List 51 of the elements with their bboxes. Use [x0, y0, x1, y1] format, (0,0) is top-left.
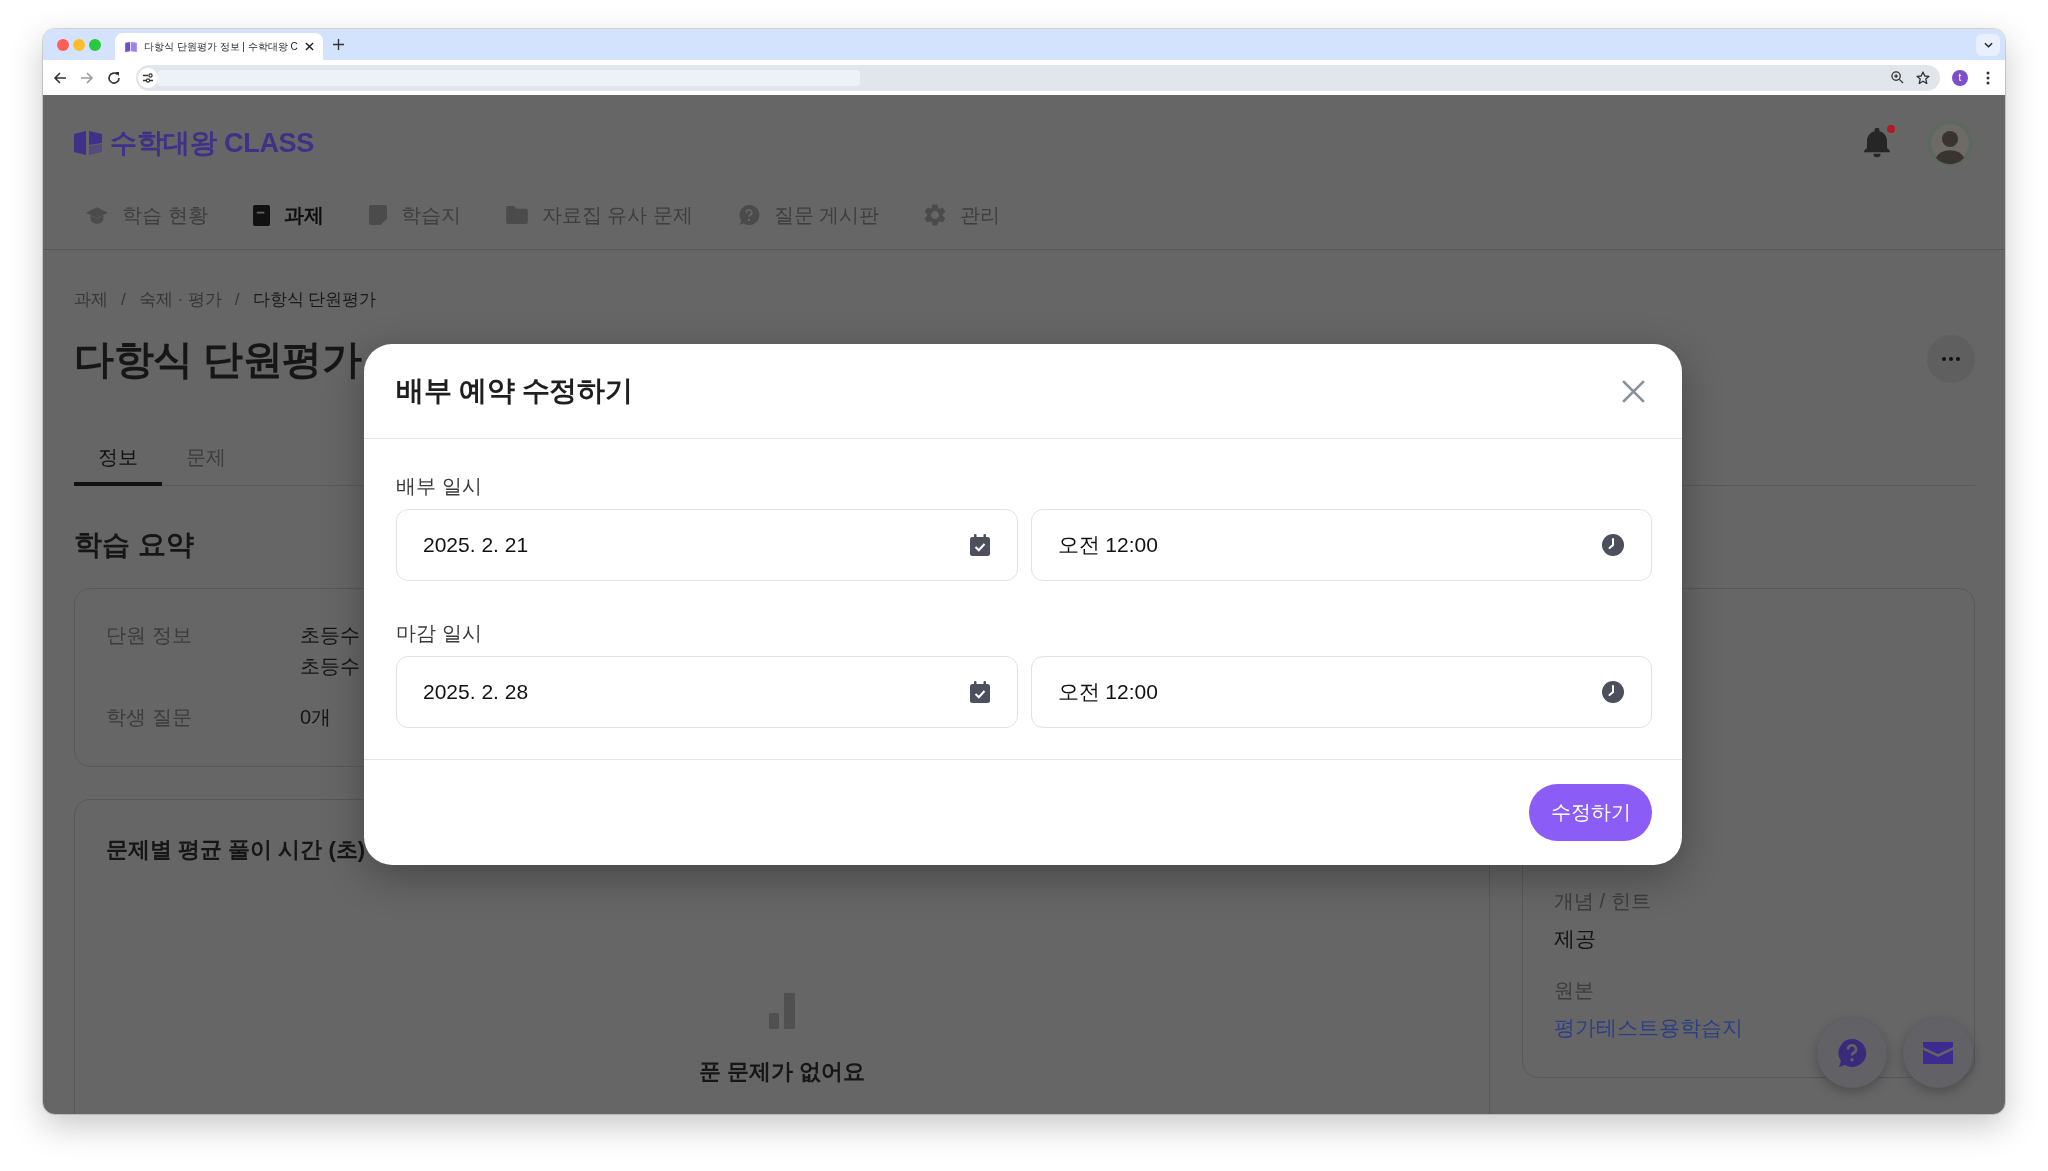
breadcrumb-separator: / [234, 290, 240, 310]
field-value: 초등수 [300, 623, 360, 648]
page-title: 다항식 단원평가 [74, 336, 362, 383]
tab[interactable]: 정보 [74, 434, 162, 486]
nav-link[interactable]: 과제 [252, 203, 324, 227]
field-label: 배부 일시 [396, 474, 482, 498]
breadcrumb-separator: / [121, 290, 126, 310]
back-arrow-icon[interactable] [53, 70, 67, 85]
plus-icon[interactable] [332, 39, 344, 50]
book-icon [125, 41, 137, 52]
help-bubble-icon [1837, 1038, 1867, 1068]
submit-button[interactable]: 수정하기 [1529, 784, 1652, 841]
sticky-note-icon [368, 205, 387, 225]
close-tab-icon[interactable] [304, 42, 314, 51]
breadcrumb-current: 다항식 단원평가 [252, 290, 377, 310]
time-field[interactable]: 오전 12:00 [1030, 509, 1652, 581]
field-value: 0개 [300, 705, 332, 730]
browser-tab[interactable]: 다항식 단원평가 정보 | 수학대왕 C [115, 33, 323, 60]
field-value: 초등수 [300, 654, 360, 679]
chevron-down-icon [1983, 41, 1993, 48]
bell-icon[interactable] [1862, 127, 1892, 158]
question-bubble-icon [737, 204, 760, 226]
zoom-in-icon[interactable] [1891, 71, 1904, 84]
field-label: 마감 일시 [396, 621, 482, 645]
calendar-check-icon[interactable] [969, 534, 990, 556]
clock-icon[interactable] [1602, 534, 1624, 556]
detail-value: 제공 [1554, 926, 1596, 952]
time-field[interactable]: 오전 12:00 [1030, 656, 1652, 728]
tab-list-button[interactable] [1976, 33, 2000, 56]
modal-title: 배부 예약 수정하기 [396, 374, 633, 408]
forward-arrow-icon[interactable] [80, 70, 94, 85]
kebab-menu-icon[interactable] [1986, 70, 1990, 85]
envelope-icon [1923, 1042, 1953, 1064]
calendar-check-icon[interactable] [969, 681, 990, 703]
folder-icon [505, 206, 528, 224]
document-icon [252, 204, 270, 226]
source-link[interactable]: 평가테스트용학습지 [1554, 1016, 1743, 1039]
date-field[interactable]: 2025. 2. 28 [396, 656, 1018, 728]
reload-icon[interactable] [107, 70, 121, 85]
profile-button[interactable]: t [1952, 69, 1968, 86]
section-heading: 학습 요약 [74, 528, 194, 562]
logo-book-icon [74, 130, 102, 155]
clock-icon[interactable] [1602, 681, 1624, 703]
date-field[interactable]: 2025. 2. 21 [396, 509, 1018, 581]
card-title: 문제별 평균 풀이 시간 (초) [106, 836, 366, 864]
bookmark-star-icon[interactable] [1916, 70, 1930, 85]
gear-icon [924, 204, 947, 226]
close-icon[interactable] [1621, 378, 1646, 404]
ellipsis-icon [1942, 357, 1960, 361]
empty-message: 푼 문제가 없어요 [698, 1058, 866, 1086]
graduation-cap-icon [86, 206, 108, 224]
